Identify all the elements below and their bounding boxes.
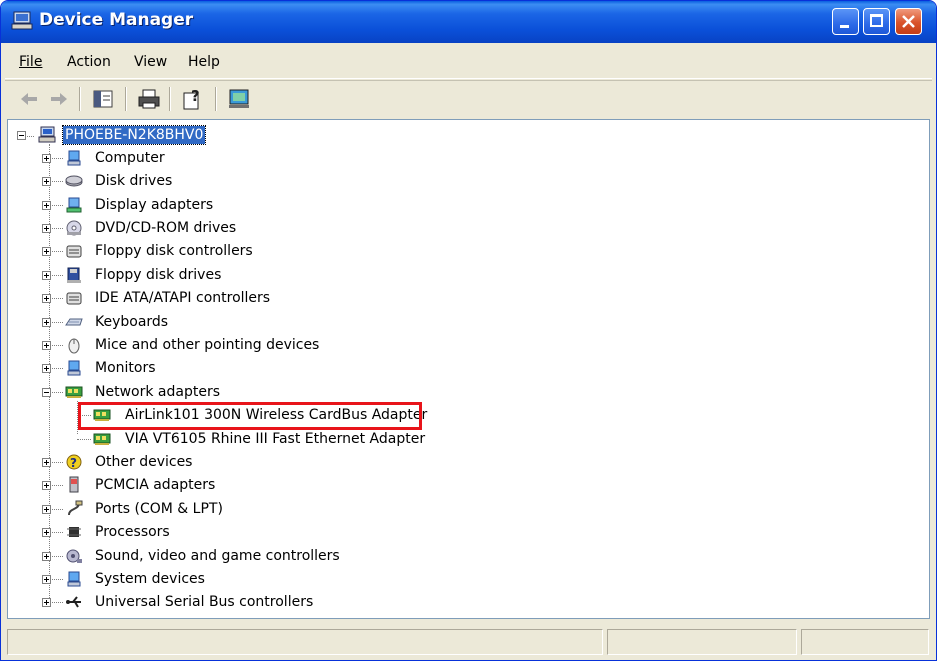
tree-category-label[interactable]: Network adapters	[95, 383, 220, 401]
tree-category-label[interactable]: Disk drives	[95, 172, 172, 190]
computer-monitor-icon	[67, 150, 81, 166]
minimize-icon	[840, 25, 849, 28]
device-tree[interactable]: PHOEBE-N2K8BHV0 Computer Disk drives Displ…	[7, 119, 930, 619]
expand-toggle[interactable]	[42, 575, 51, 584]
pcmcia-icon	[69, 476, 79, 493]
expand-toggle[interactable]	[42, 153, 51, 163]
expand-toggle[interactable]	[42, 341, 51, 350]
keyboard-icon	[65, 318, 83, 326]
device-manager-window: Device Manager File Action View Help ? P…	[0, 0, 937, 661]
tree-category-label[interactable]: PCMCIA adapters	[95, 476, 215, 494]
expand-toggle[interactable]	[42, 270, 51, 280]
monitor-icon	[67, 360, 81, 376]
minimize-button[interactable]	[832, 8, 859, 35]
tree-category-label[interactable]: Processors	[95, 523, 170, 541]
expand-toggle[interactable]	[42, 317, 51, 327]
expand-toggle[interactable]	[42, 551, 51, 561]
menu-view-label: View	[134, 54, 168, 70]
scan-hardware-icon[interactable]	[227, 87, 251, 111]
tree-category-label[interactable]: Display adapters	[95, 196, 213, 214]
menu-view[interactable]: View	[134, 54, 167, 70]
tree-category-label[interactable]: Monitors	[95, 359, 156, 377]
expand-toggle[interactable]	[42, 177, 51, 187]
svg-text:?: ?	[70, 456, 77, 470]
tree-category-label[interactable]: Sound, video and game controllers	[95, 547, 340, 565]
menu-help[interactable]: Help	[188, 54, 220, 70]
print-icon[interactable]	[137, 87, 161, 111]
floppy-controller-icon	[66, 245, 82, 258]
tree-category-label[interactable]: System devices	[95, 570, 205, 588]
tree-category-label[interactable]: DVD/CD-ROM drives	[95, 219, 236, 237]
show-hide-console-tree-icon[interactable]	[91, 87, 115, 111]
tree-category-label[interactable]: IDE ATA/ATAPI controllers	[95, 289, 270, 307]
port-icon	[68, 500, 83, 515]
display-adapter-icon	[66, 197, 82, 213]
device-manager-icon	[11, 11, 33, 30]
processor-icon	[67, 527, 81, 538]
close-icon	[902, 15, 915, 28]
tree-category-label[interactable]: Universal Serial Bus controllers	[95, 593, 313, 611]
tree-category-label[interactable]: Floppy disk controllers	[95, 242, 253, 260]
status-pane-main	[7, 629, 603, 655]
expand-toggle[interactable]	[42, 364, 51, 374]
status-pane-right	[801, 629, 929, 655]
tree-category-label[interactable]: Keyboards	[95, 313, 168, 331]
expand-toggle[interactable]	[42, 481, 51, 491]
expand-toggle[interactable]	[42, 294, 51, 304]
menu-help-label: Help	[188, 54, 220, 70]
sound-icon	[66, 549, 82, 563]
collapse-toggle[interactable]	[17, 131, 26, 140]
expand-toggle[interactable]	[42, 200, 51, 210]
svg-text:?: ?	[191, 87, 200, 105]
tree-category-label[interactable]: Ports (COM & LPT)	[95, 500, 223, 518]
highlight-box	[78, 402, 422, 430]
title-bar[interactable]: Device Manager	[1, 1, 936, 43]
question-mark-icon: ?	[66, 454, 82, 470]
menu-file-label: File	[19, 54, 43, 70]
disk-drive-icon	[65, 175, 83, 187]
network-adapter-icon	[93, 433, 111, 445]
menu-bar: File Action View Help	[5, 46, 932, 79]
menu-action-label: Action	[67, 54, 111, 70]
expand-toggle[interactable]	[42, 458, 51, 467]
usb-icon	[66, 596, 81, 608]
properties-help-icon[interactable]: ?	[181, 87, 205, 111]
computer-icon	[38, 126, 56, 143]
status-bar	[5, 625, 932, 657]
floppy-drive-icon	[67, 267, 81, 283]
tree-category-label[interactable]: Mice and other pointing devices	[95, 336, 319, 354]
tree-category-label[interactable]: Computer	[95, 149, 165, 167]
expand-toggle[interactable]	[42, 247, 51, 257]
tree-root-label[interactable]: PHOEBE-N2K8BHV0	[61, 125, 207, 145]
network-adapter-icon	[65, 386, 83, 398]
maximize-button[interactable]	[863, 8, 890, 35]
mouse-icon	[68, 338, 80, 354]
close-button[interactable]	[895, 8, 922, 35]
tree-category-label[interactable]: Floppy disk drives	[95, 266, 221, 284]
tree-category-label[interactable]: Other devices	[95, 453, 192, 471]
expand-toggle[interactable]	[42, 224, 51, 233]
expand-toggle[interactable]	[42, 598, 51, 608]
system-devices-icon	[67, 571, 81, 587]
tree-device-label[interactable]: VIA VT6105 Rhine III Fast Ethernet Adapt…	[125, 430, 425, 448]
ide-controller-icon	[66, 292, 82, 305]
cd-rom-icon	[66, 220, 82, 236]
expand-toggle[interactable]	[42, 528, 51, 538]
toolbar: ?	[5, 80, 932, 117]
expand-toggle[interactable]	[42, 504, 51, 514]
forward-icon[interactable]	[47, 87, 71, 111]
maximize-icon	[870, 14, 883, 27]
status-pane-middle	[607, 629, 797, 655]
menu-file[interactable]: File	[19, 54, 42, 70]
window-title: Device Manager	[39, 10, 194, 30]
menu-action[interactable]: Action	[67, 54, 111, 70]
collapse-toggle[interactable]	[42, 387, 51, 397]
back-icon[interactable]	[17, 87, 41, 111]
